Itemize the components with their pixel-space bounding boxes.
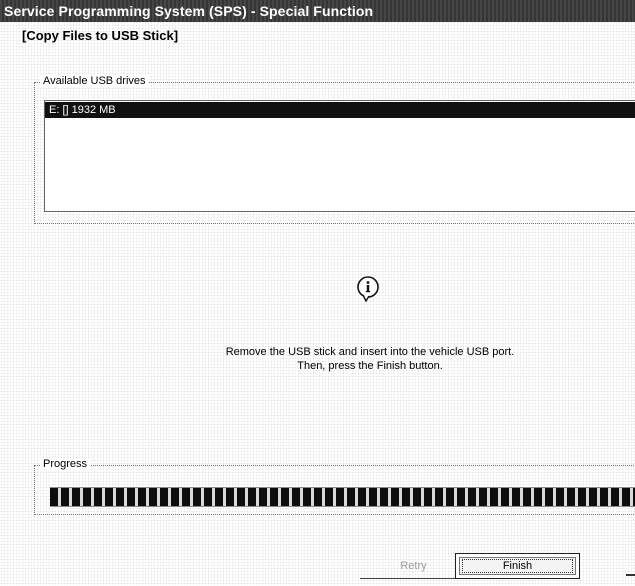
usb-drives-group-label: Available USB drives	[40, 75, 149, 87]
title-bar: Service Programming System (SPS) - Speci…	[0, 0, 635, 22]
retry-button[interactable]: Retry	[360, 555, 468, 579]
instruction-line-1: Remove the USB stick and insert into the…	[225, 346, 515, 358]
window-edge-mark	[626, 574, 635, 576]
instruction-message: Remove the USB stick and insert into the…	[150, 345, 590, 373]
usb-drive-list[interactable]: E: [] 1932 MB	[44, 100, 635, 212]
progress-label: Progress	[40, 458, 91, 470]
window-title: Service Programming System (SPS) - Speci…	[4, 3, 374, 19]
progress-bar	[50, 487, 635, 507]
usb-drive-item[interactable]: E: [] 1932 MB	[45, 102, 635, 118]
instruction-line-2: Then, press the Finish button.	[297, 360, 443, 372]
section-title: [Copy Files to USB Stick]	[22, 28, 179, 43]
finish-button[interactable]: Finish	[455, 553, 580, 579]
info-icon	[357, 276, 379, 303]
